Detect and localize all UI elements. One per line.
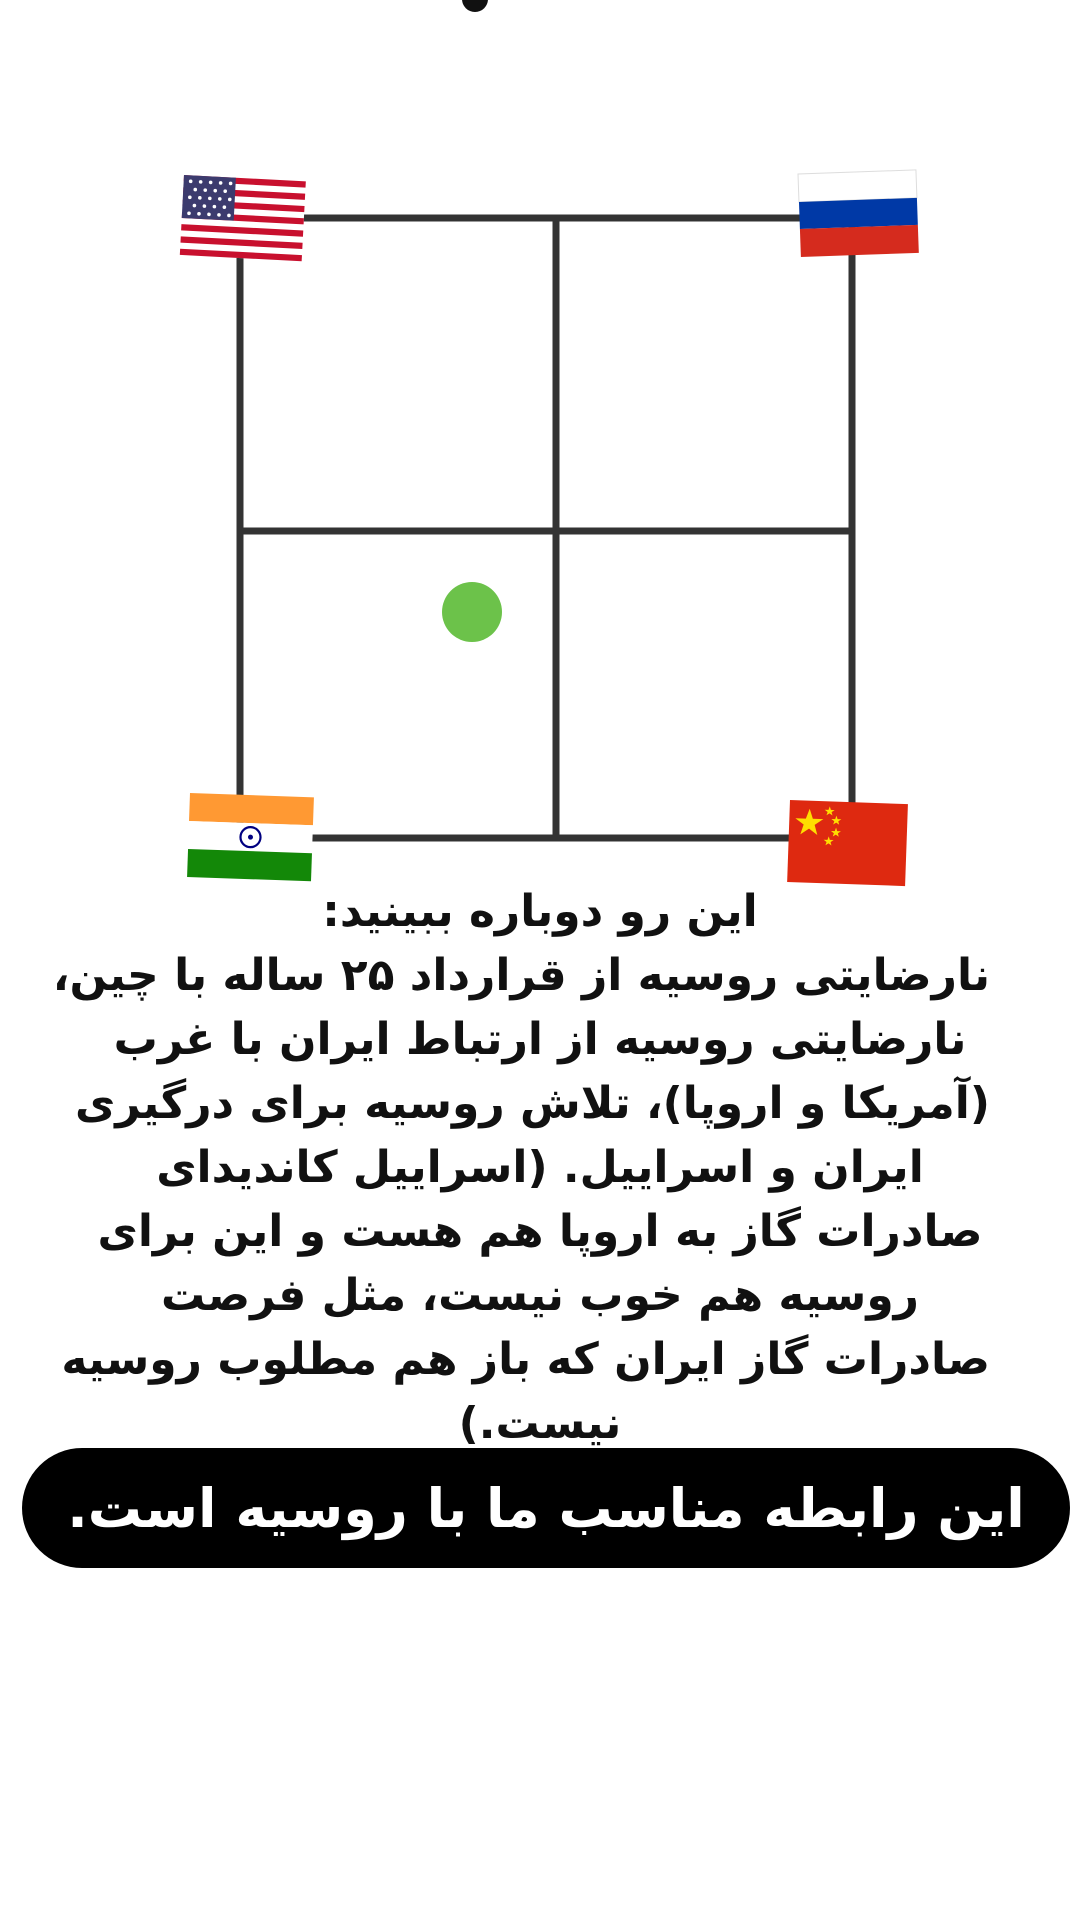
caption-line: نارضایتی روسیه از قرارداد ۲۵ ساله با چین… <box>52 950 990 1001</box>
caption-line: این رو دوباره ببینید: <box>322 886 758 937</box>
conclusion-banner-text: این رابطه مناسب ما با روسیه است. <box>67 1476 1025 1540</box>
caption-line: نیست.) <box>458 1398 622 1449</box>
china-flag-icon <box>787 800 908 887</box>
caption-line: (آمریکا و اروپا)، تلاش روسیه برای درگیری <box>74 1078 990 1129</box>
russia-flag-icon <box>797 169 919 257</box>
caption-line: ایران و اسراییل. (اسراییل کاندیدای <box>156 1142 924 1193</box>
quadrant-diagram <box>179 169 919 887</box>
caption-line: صادرات گاز به اروپا هم هست و این برای <box>97 1206 983 1257</box>
grid <box>236 214 856 842</box>
caption-line: روسیه هم خوب نیست، مثل فرصت <box>160 1270 919 1321</box>
india-flag-icon <box>187 793 314 882</box>
usa-flag-icon <box>179 175 306 262</box>
position-dot <box>442 582 502 642</box>
caption-text: این رو دوباره ببینید: نارضایتی روسیه از … <box>52 880 990 1456</box>
caption-line: نارضایتی روسیه از ارتباط ایران با غرب <box>113 1014 967 1065</box>
conclusion-banner: این رابطه مناسب ما با روسیه است. <box>22 1448 1070 1568</box>
caption-line: صادرات گاز ایران که باز هم مطلوب روسیه <box>61 1334 990 1385</box>
